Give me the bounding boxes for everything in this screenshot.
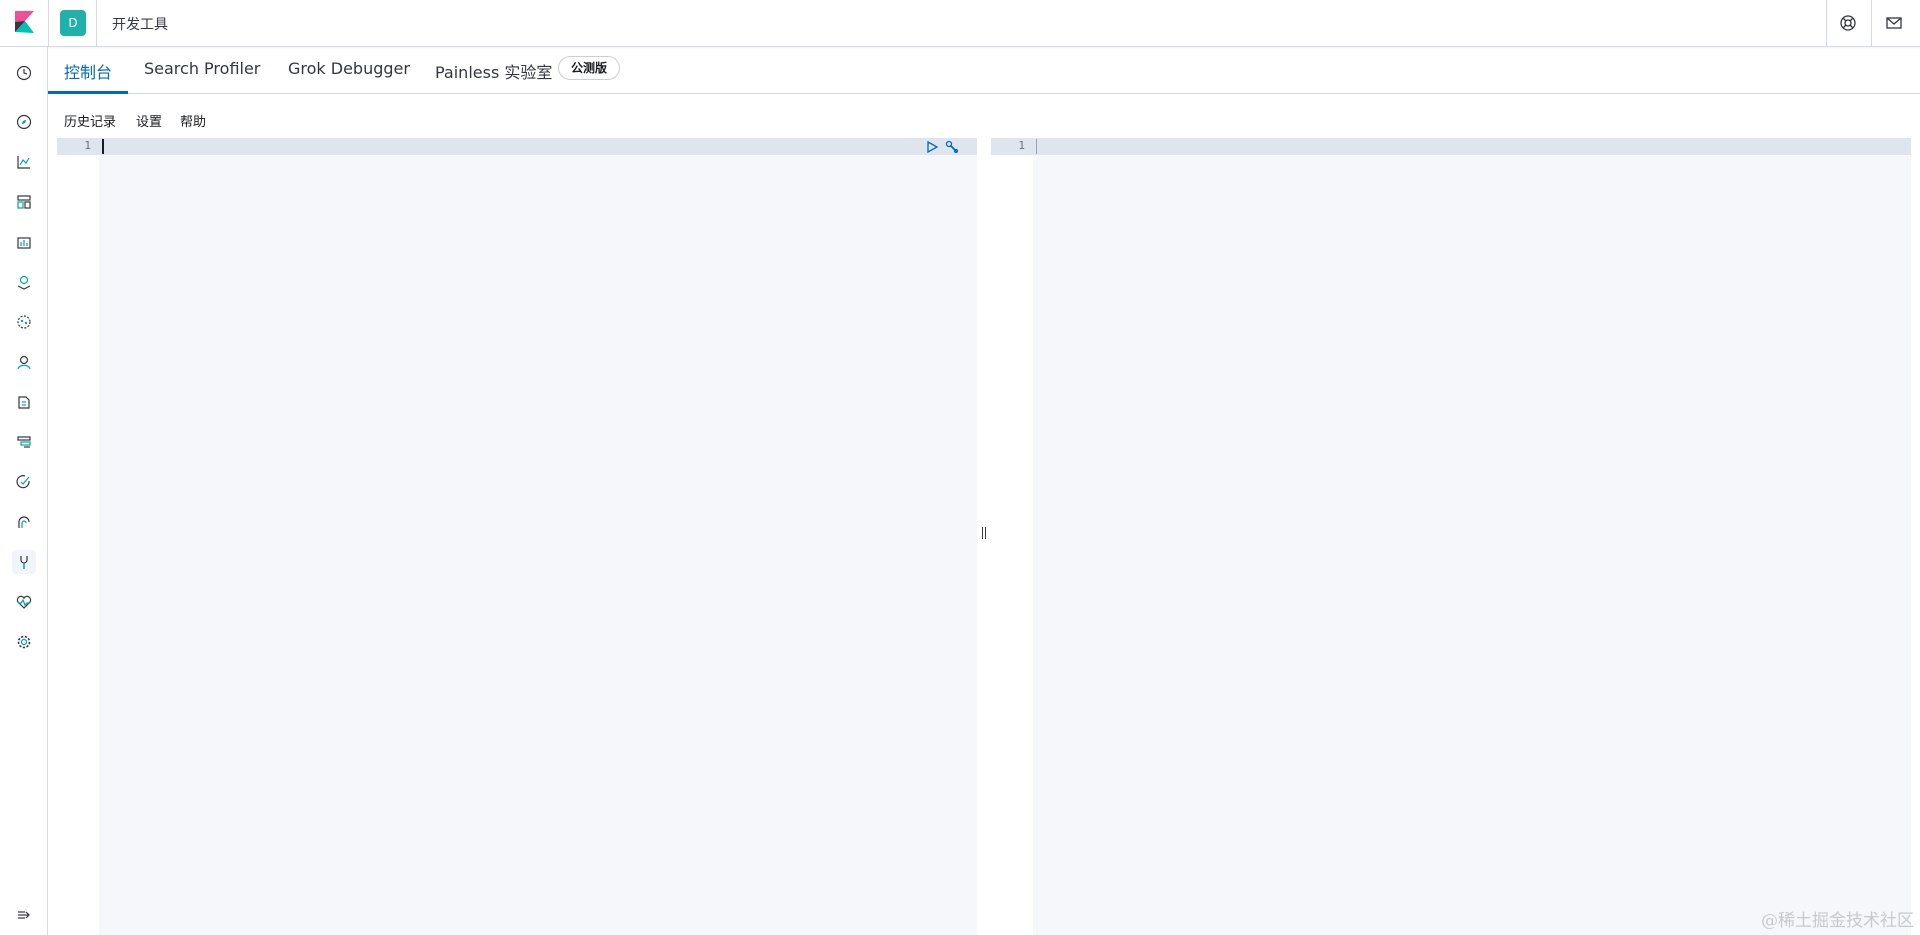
monitoring-icon[interactable] <box>12 590 36 614</box>
infrastructure-icon[interactable] <box>12 350 36 374</box>
maps-icon[interactable] <box>12 270 36 294</box>
request-gutter <box>57 138 99 935</box>
line-number: 1 <box>1018 139 1025 152</box>
management-icon[interactable] <box>12 630 36 654</box>
watermark: @稀土掘金技术社区 <box>1761 911 1914 931</box>
response-gutter <box>991 138 1033 935</box>
canvas-icon[interactable] <box>12 230 36 254</box>
request-editor[interactable]: 1 <box>57 138 977 935</box>
machine-learning-icon[interactable] <box>12 310 36 334</box>
dev-tools-tabs: 控制台 Search Profiler Grok Debugger Painle… <box>48 47 1920 94</box>
collapse-nav-icon[interactable] <box>12 903 36 927</box>
panel-resizer[interactable] <box>977 138 991 935</box>
play-icon[interactable] <box>925 140 939 154</box>
recently-viewed-icon[interactable] <box>12 61 36 85</box>
siem-icon[interactable] <box>12 510 36 534</box>
mail-icon[interactable] <box>1883 12 1905 34</box>
side-nav <box>0 47 48 935</box>
header-divider <box>96 0 97 46</box>
response-editor[interactable]: 1 <box>991 138 1911 935</box>
text-cursor <box>102 139 104 154</box>
history-link[interactable]: 历史记录 <box>64 111 116 130</box>
response-cursor <box>1036 139 1037 154</box>
active-tab-indicator <box>48 91 128 94</box>
active-line-highlight <box>991 138 1911 155</box>
header-divider <box>1871 0 1872 46</box>
kibana-logo-icon[interactable] <box>12 9 38 35</box>
logs-icon[interactable] <box>12 390 36 414</box>
tab-painless-lab[interactable]: Painless 实验室 <box>435 59 552 83</box>
help-icon[interactable] <box>1837 12 1859 34</box>
dashboard-icon[interactable] <box>12 190 36 214</box>
tab-console[interactable]: 控制台 <box>64 59 112 83</box>
breadcrumb: 开发工具 <box>112 17 168 33</box>
discover-icon[interactable] <box>12 110 36 134</box>
apm-icon[interactable] <box>12 430 36 454</box>
uptime-icon[interactable] <box>12 470 36 494</box>
settings-link[interactable]: 设置 <box>136 111 162 130</box>
wrench-icon[interactable] <box>945 140 959 154</box>
top-header: D 开发工具 <box>0 0 1920 47</box>
beta-badge: 公测版 <box>558 56 621 80</box>
help-link[interactable]: 帮助 <box>180 111 206 130</box>
resize-handle-icon[interactable] <box>981 526 987 540</box>
space-avatar[interactable]: D <box>60 10 86 36</box>
line-number: 1 <box>84 139 91 152</box>
tab-search-profiler[interactable]: Search Profiler <box>144 59 260 78</box>
active-line-highlight <box>57 138 977 155</box>
header-divider <box>1826 0 1827 46</box>
tab-grok-debugger[interactable]: Grok Debugger <box>288 59 410 78</box>
header-divider <box>48 0 49 46</box>
visualize-icon[interactable] <box>12 150 36 174</box>
dev-tools-icon[interactable] <box>12 550 36 574</box>
